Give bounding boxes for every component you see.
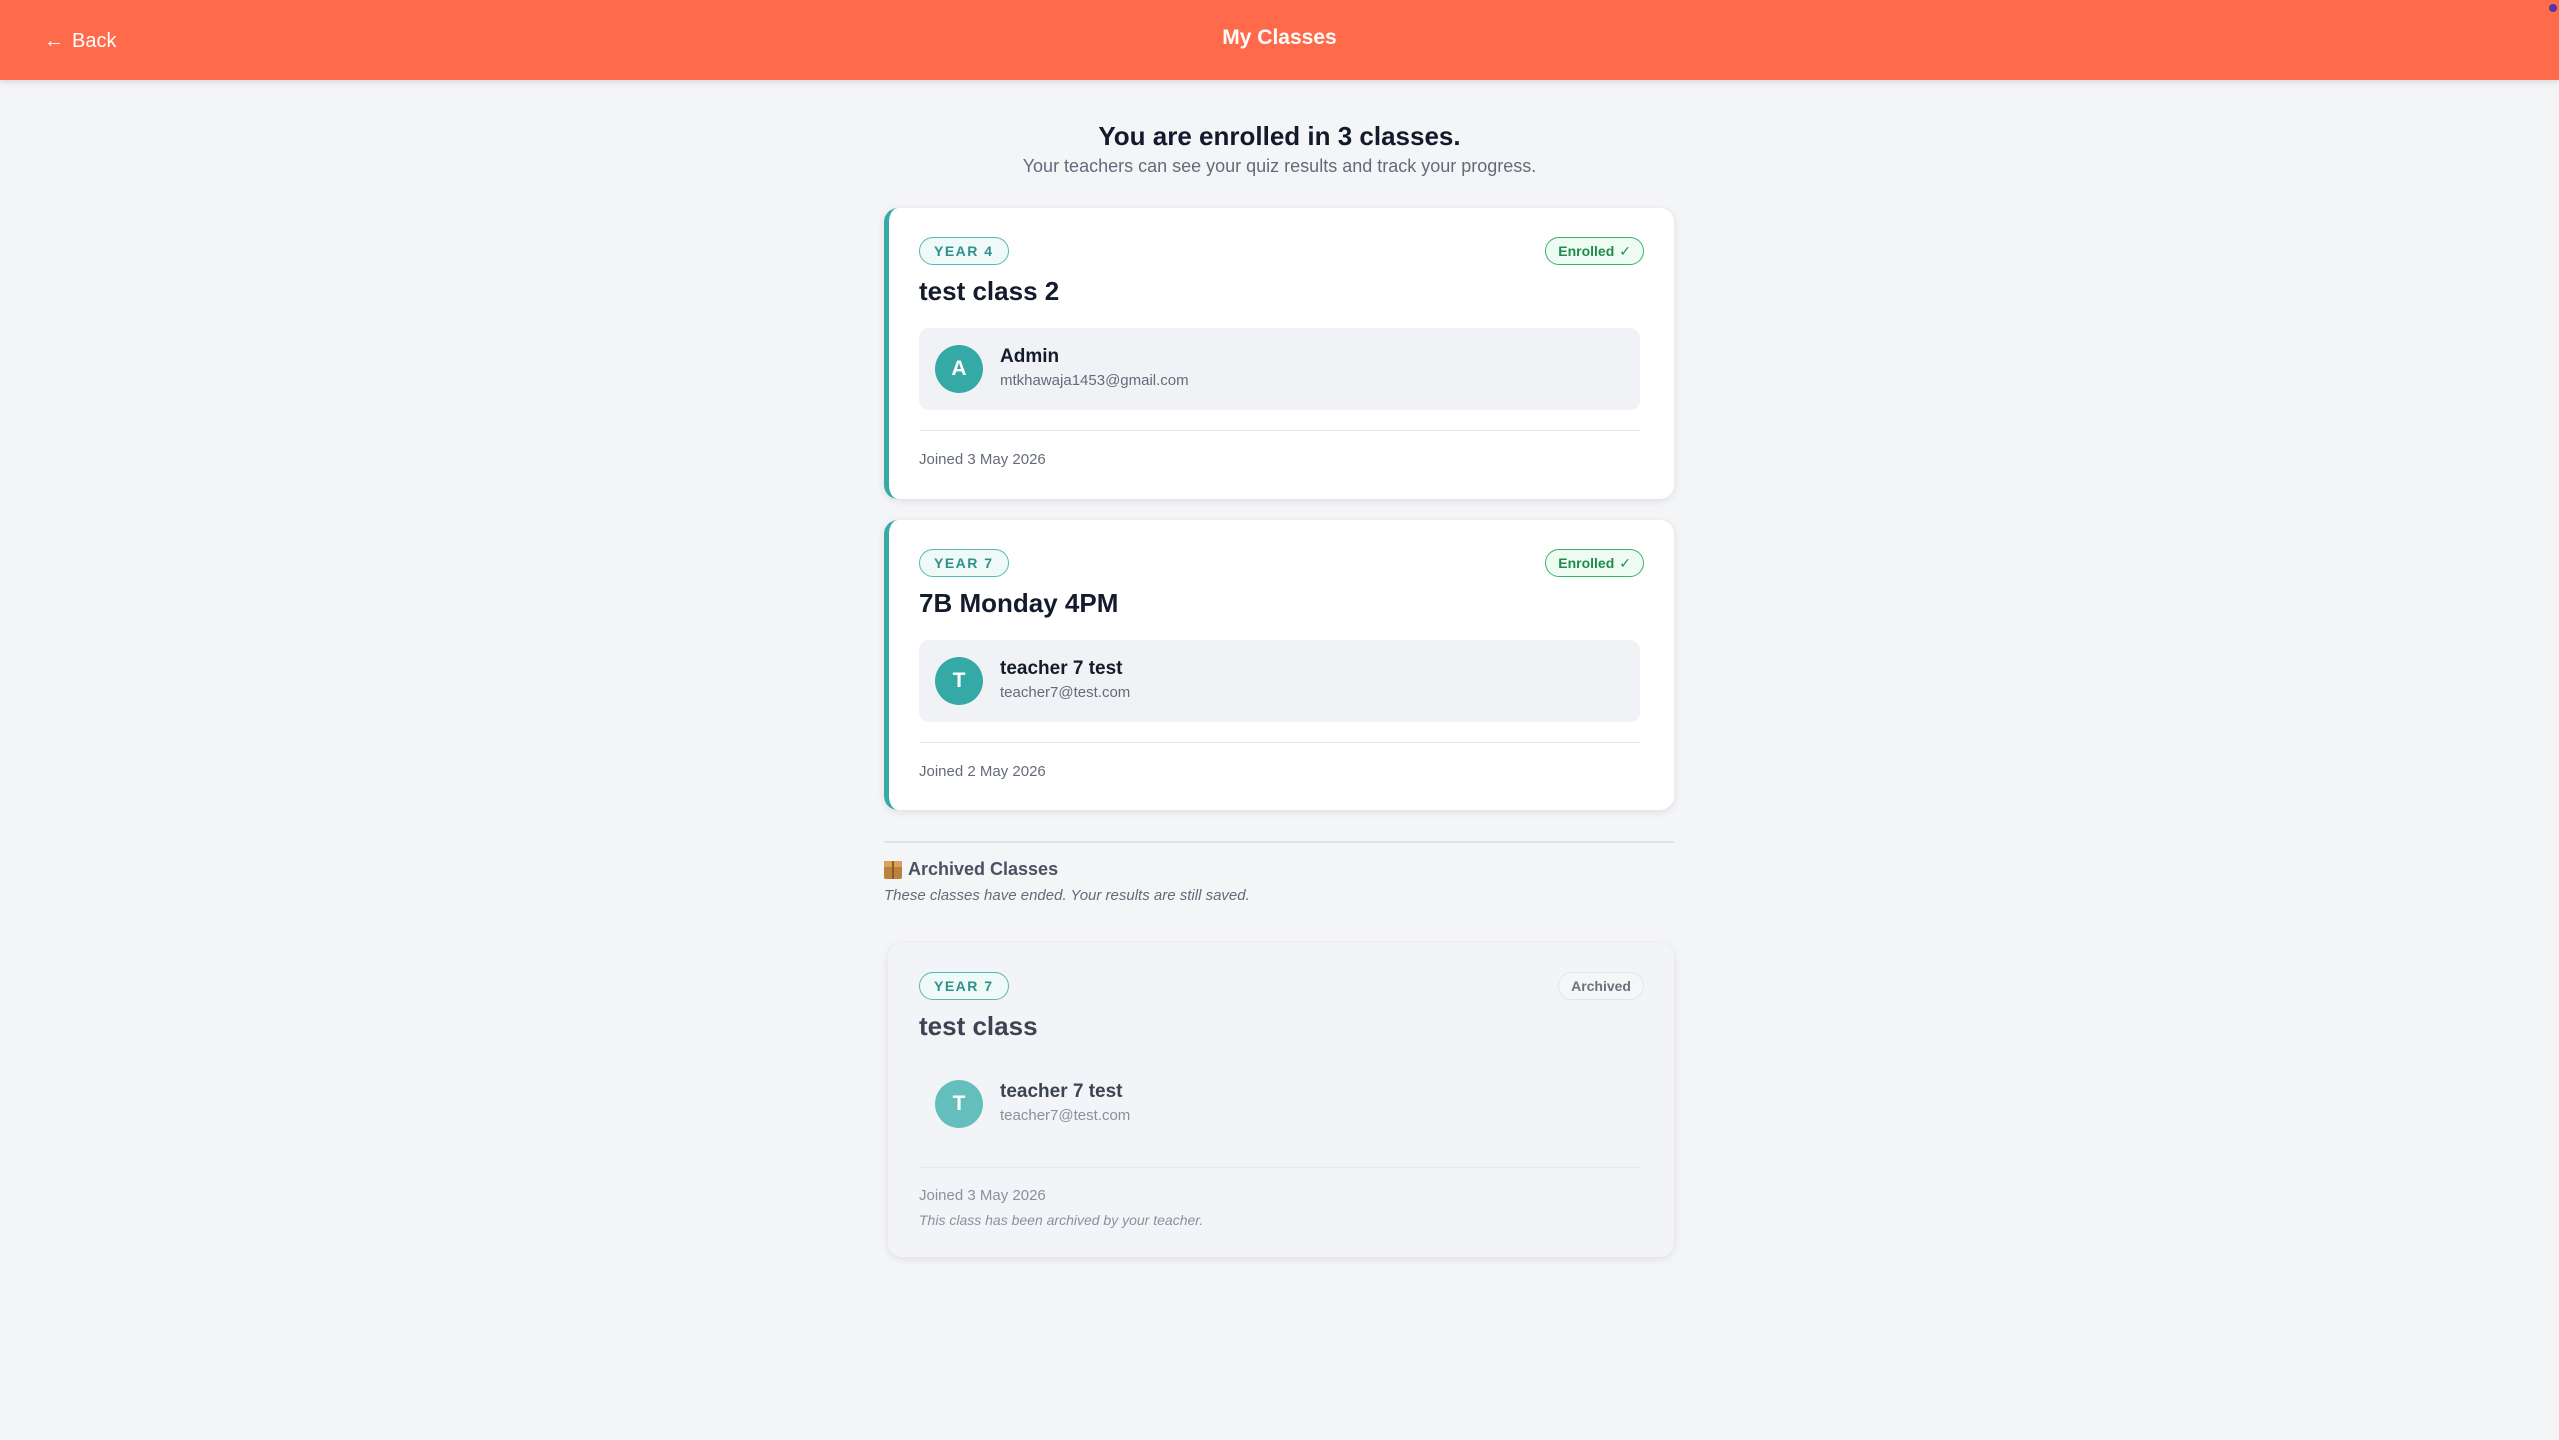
archived-heading-label: Archived Classes — [908, 859, 1059, 879]
avatar: A — [935, 345, 983, 393]
archived-badge: Archived — [1558, 972, 1644, 1000]
status-label: Enrolled — [1558, 555, 1615, 571]
teacher-name: teacher 7 test — [1000, 1081, 1123, 1102]
enrollment-summary-subtitle: Your teachers can see your quiz results … — [1022, 156, 1537, 176]
archived-class-card[interactable]: YEAR 7 Archived test class T teacher 7 t… — [888, 943, 1674, 1257]
teacher-info: A Admin mtkhawaja1453@gmail.com — [919, 328, 1640, 410]
class-name: test class 2 — [919, 276, 1060, 306]
class-card[interactable]: YEAR 7 Enrolled ✓ 7B Monday 4PM T teache… — [884, 520, 1674, 810]
avatar: T — [935, 1080, 983, 1128]
check-icon: ✓ — [1619, 554, 1631, 571]
package-icon — [884, 860, 902, 879]
divider — [919, 430, 1640, 431]
enrollment-summary-title: You are enrolled in 3 classes. — [1098, 121, 1461, 151]
class-card[interactable]: YEAR 4 Enrolled ✓ test class 2 A Admin m… — [884, 208, 1674, 499]
year-badge: YEAR 7 — [919, 549, 1009, 577]
enrolled-badge: Enrolled ✓ — [1545, 549, 1644, 577]
teacher-name: teacher 7 test — [1000, 658, 1123, 679]
teacher-name: Admin — [1000, 346, 1060, 367]
joined-date: Joined 3 May 2026 — [919, 1187, 1046, 1204]
section-divider — [884, 841, 1674, 843]
status-label: Enrolled — [1558, 243, 1615, 259]
teacher-info: T teacher 7 test teacher7@test.com — [919, 640, 1640, 722]
check-icon: ✓ — [1619, 242, 1631, 259]
teacher-info: T teacher 7 test teacher7@test.com — [919, 1063, 1640, 1145]
joined-date: Joined 3 May 2026 — [919, 451, 1046, 468]
page-title: My Classes — [1222, 26, 1337, 49]
year-badge: YEAR 7 — [919, 972, 1009, 1000]
teacher-email: mtkhawaja1453@gmail.com — [1000, 372, 1189, 389]
archived-classes-heading: Archived Classes — [884, 859, 1058, 880]
teacher-email: teacher7@test.com — [1000, 684, 1131, 701]
teacher-email: teacher7@test.com — [1000, 1107, 1131, 1124]
divider — [919, 1167, 1640, 1168]
class-name: test class — [919, 1011, 1038, 1041]
avatar: T — [935, 657, 983, 705]
divider — [919, 742, 1640, 743]
enrolled-badge: Enrolled ✓ — [1545, 237, 1644, 265]
archive-note: This class has been archived by your tea… — [919, 1212, 1204, 1228]
joined-date: Joined 2 May 2026 — [919, 763, 1046, 780]
year-badge: YEAR 4 — [919, 237, 1009, 265]
class-name: 7B Monday 4PM — [919, 588, 1119, 618]
status-dot — [2549, 4, 2557, 12]
archived-classes-subtitle: These classes have ended. Your results a… — [884, 887, 1250, 904]
top-bar: ← Back My Classes — [0, 0, 2559, 80]
